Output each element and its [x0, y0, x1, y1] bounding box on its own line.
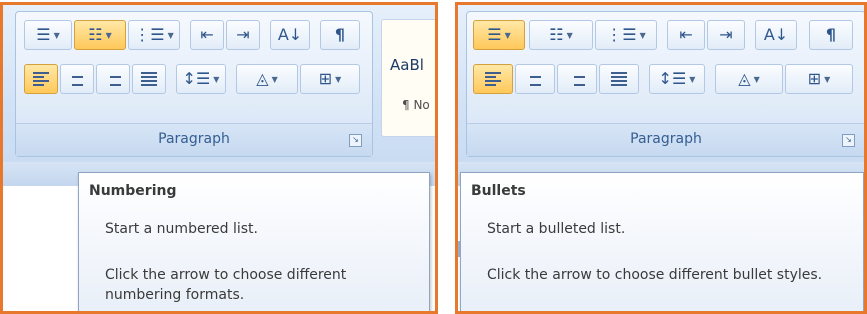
- align-right-icon: [569, 72, 585, 86]
- show-formatting-marks-button[interactable]: ¶: [809, 20, 853, 50]
- chevron-down-icon[interactable]: ▼: [640, 31, 646, 40]
- pilcrow-icon: ¶: [334, 25, 346, 44]
- multilevel-list-button[interactable]: ⋮☰ ▼: [128, 20, 180, 50]
- line-spacing-button[interactable]: ↕☰ ▼: [649, 64, 705, 94]
- line-spacing-icon: ↕☰: [658, 69, 687, 88]
- shading-icon: ◬: [256, 69, 269, 88]
- increase-indent-icon: ⇥: [236, 25, 250, 44]
- ribbon: ☰ ▼ ☷ ▼ ⋮☰ ▼ ⇤ ⇥ A↓ ¶ ↕☰ ▼ ◬ ▼ ⊞ ▼ Parag…: [458, 5, 864, 162]
- increase-indent-button[interactable]: ⇥: [226, 20, 260, 50]
- multilevel-list-icon: ⋮☰: [606, 25, 637, 44]
- tooltip: Numbering Start a numbered list. Click t…: [78, 172, 430, 311]
- chevron-down-icon[interactable]: ▼: [505, 31, 511, 40]
- decrease-indent-button[interactable]: ⇤: [190, 20, 224, 50]
- decrease-indent-icon: ⇤: [679, 25, 693, 44]
- chevron-down-icon[interactable]: ▼: [689, 75, 695, 84]
- line-spacing-icon: ↕☰: [182, 69, 211, 88]
- bullets-button[interactable]: ☰ ▼: [24, 20, 72, 50]
- tooltip-title: Numbering: [89, 183, 177, 199]
- numbering-icon: ☷: [88, 25, 103, 44]
- sort-icon: A↓: [277, 25, 303, 44]
- chevron-down-icon[interactable]: ▼: [335, 75, 341, 84]
- borders-icon: ⊞: [807, 69, 822, 88]
- group-label: Paragraph: [16, 123, 372, 156]
- center-button[interactable]: [60, 64, 94, 94]
- justify-button[interactable]: [132, 64, 166, 94]
- center-button[interactable]: [515, 64, 555, 94]
- shading-icon: ◬: [738, 69, 751, 88]
- sort-button[interactable]: A↓: [755, 20, 797, 50]
- chevron-down-icon[interactable]: ▼: [213, 75, 219, 84]
- center-icon: [527, 72, 543, 86]
- justify-icon: [611, 72, 627, 86]
- align-right-button[interactable]: [96, 64, 130, 94]
- borders-icon: ⊞: [318, 69, 333, 88]
- tooltip-description: Start a numbered list.: [105, 221, 258, 237]
- bullets-button[interactable]: ☰ ▼: [473, 20, 525, 50]
- group-label: Paragraph: [467, 123, 864, 156]
- increase-indent-button[interactable]: ⇥: [707, 20, 745, 50]
- dialog-launcher-icon[interactable]: ↘: [349, 134, 362, 147]
- dialog-launcher-icon[interactable]: ↘: [842, 134, 855, 147]
- align-left-button[interactable]: [473, 64, 513, 94]
- align-left-icon: [485, 72, 501, 86]
- numbering-icon: ☷: [549, 25, 564, 44]
- borders-button[interactable]: ⊞ ▼: [300, 64, 360, 94]
- numbering-button[interactable]: ☷ ▼: [74, 20, 126, 50]
- center-icon: [69, 72, 85, 86]
- tooltip-description: Start a bulleted list.: [487, 221, 626, 237]
- bullets-icon: ☰: [487, 25, 502, 44]
- increase-indent-icon: ⇥: [719, 25, 733, 44]
- shading-button[interactable]: ◬ ▼: [236, 64, 298, 94]
- align-left-button[interactable]: [24, 64, 58, 94]
- decrease-indent-button[interactable]: ⇤: [667, 20, 705, 50]
- style-name: ¶ No: [402, 98, 430, 112]
- left-screenshot-panel: ☰ ▼ ☷ ▼ ⋮☰ ▼ ⇤ ⇥ A↓ ¶ ↕☰ ▼ ◬ ▼ ⊞ ▼ Parag…: [0, 2, 438, 314]
- chevron-down-icon[interactable]: ▼: [272, 75, 278, 84]
- show-formatting-marks-button[interactable]: ¶: [320, 20, 360, 50]
- align-right-icon: [105, 72, 121, 86]
- align-left-icon: [33, 72, 49, 86]
- paragraph-group: ☰ ▼ ☷ ▼ ⋮☰ ▼ ⇤ ⇥ A↓ ¶ ↕☰ ▼ ◬ ▼ ⊞ ▼ Parag…: [15, 11, 373, 157]
- right-screenshot-panel: ☰ ▼ ☷ ▼ ⋮☰ ▼ ⇤ ⇥ A↓ ¶ ↕☰ ▼ ◬ ▼ ⊞ ▼ Parag…: [455, 2, 867, 314]
- paragraph-group: ☰ ▼ ☷ ▼ ⋮☰ ▼ ⇤ ⇥ A↓ ¶ ↕☰ ▼ ◬ ▼ ⊞ ▼ Parag…: [466, 11, 864, 157]
- chevron-down-icon[interactable]: ▼: [168, 31, 174, 40]
- justify-icon: [141, 72, 157, 86]
- style-preview: AaBl: [390, 56, 424, 74]
- tooltip-more-info: Click the arrow to choose different numb…: [105, 267, 347, 303]
- decrease-indent-icon: ⇤: [200, 25, 214, 44]
- chevron-down-icon[interactable]: ▼: [54, 31, 60, 40]
- chevron-down-icon[interactable]: ▼: [754, 75, 760, 84]
- chevron-down-icon[interactable]: ▼: [567, 31, 573, 40]
- tooltip-more-info: Click the arrow to choose different bull…: [487, 267, 823, 283]
- multilevel-list-button[interactable]: ⋮☰ ▼: [595, 20, 657, 50]
- align-right-button[interactable]: [557, 64, 597, 94]
- ribbon: ☰ ▼ ☷ ▼ ⋮☰ ▼ ⇤ ⇥ A↓ ¶ ↕☰ ▼ ◬ ▼ ⊞ ▼ Parag…: [3, 5, 435, 162]
- justify-button[interactable]: [599, 64, 639, 94]
- numbering-button[interactable]: ☷ ▼: [529, 20, 593, 50]
- tooltip: Bullets Start a bulleted list. Click the…: [460, 172, 864, 311]
- chevron-down-icon[interactable]: ▼: [106, 31, 112, 40]
- sort-icon: A↓: [763, 25, 789, 44]
- borders-button[interactable]: ⊞ ▼: [785, 64, 853, 94]
- shading-button[interactable]: ◬ ▼: [715, 64, 783, 94]
- pilcrow-icon: ¶: [825, 25, 837, 44]
- bullets-icon: ☰: [36, 25, 51, 44]
- tooltip-title: Bullets: [471, 183, 526, 199]
- multilevel-list-icon: ⋮☰: [134, 25, 165, 44]
- chevron-down-icon[interactable]: ▼: [824, 75, 830, 84]
- sort-button[interactable]: A↓: [270, 20, 310, 50]
- line-spacing-button[interactable]: ↕☰ ▼: [176, 64, 226, 94]
- styles-gallery[interactable]: AaBl ¶ No: [381, 19, 435, 137]
